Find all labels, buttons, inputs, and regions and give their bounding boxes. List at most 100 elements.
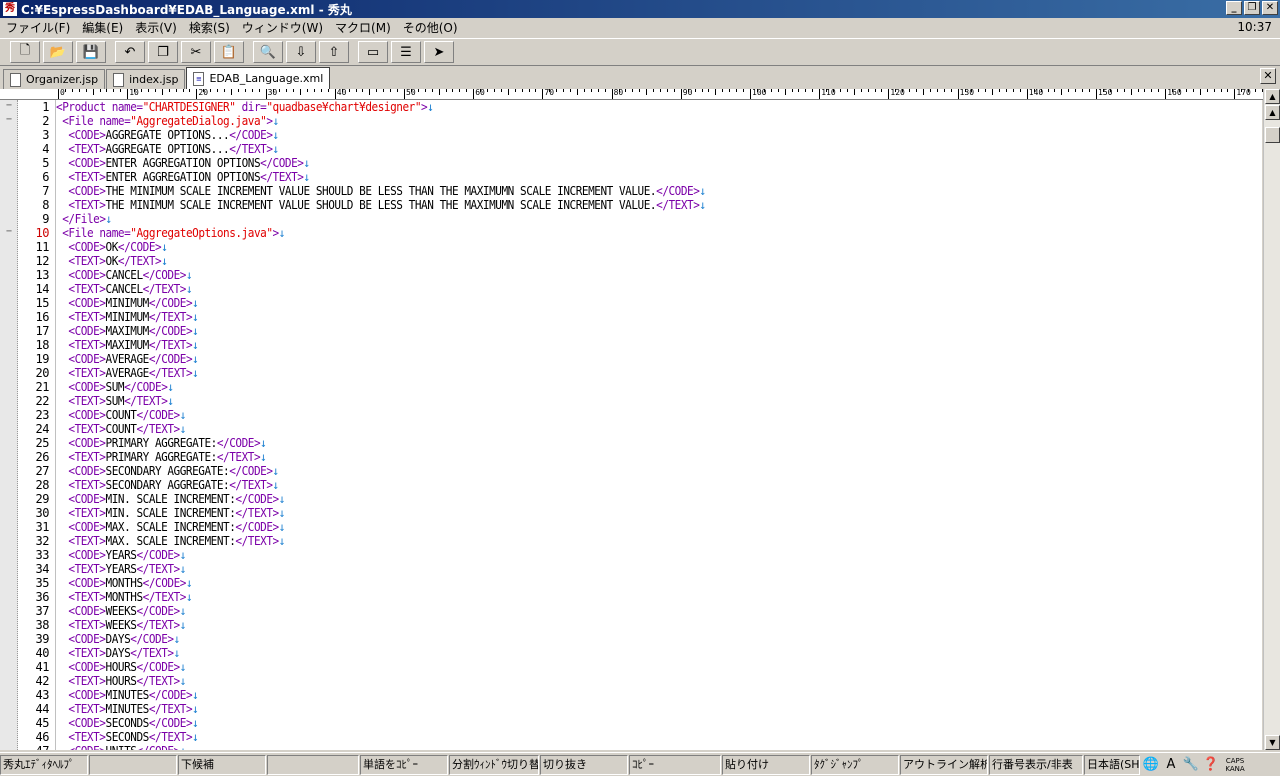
grep-icon[interactable]: ▭ [358, 41, 388, 63]
status-toggle-line-numbers[interactable]: 行番号表示/非表 [989, 754, 1083, 775]
status-next-candidate[interactable]: 下候補 [178, 754, 266, 775]
status-hidemaru-help[interactable]: 秀丸ｴﾃﾞｨﾀﾍﾙﾌﾟ [0, 754, 88, 775]
copy-icon[interactable]: ❐ [148, 41, 178, 63]
code-line[interactable]: <CODE>WEEKS</CODE>↓ [56, 604, 186, 618]
code-line[interactable]: <CODE>MINIMUM</CODE>↓ [56, 296, 198, 310]
code-line[interactable]: <CODE>DAYS</CODE>↓ [56, 632, 180, 646]
code-line[interactable]: <CODE>COUNT</CODE>↓ [56, 408, 186, 422]
code-line[interactable]: <TEXT>CANCEL</TEXT>↓ [56, 282, 192, 296]
code-line[interactable]: <TEXT>MINUTES</TEXT>↓ [56, 702, 198, 716]
scroll-up-arrow-icon[interactable]: ▲ [1265, 89, 1280, 104]
menu-other[interactable]: その他(O) [397, 19, 464, 36]
code-line[interactable]: <CODE>MINUTES</CODE>↓ [56, 688, 198, 702]
paste-icon[interactable]: 📋 [214, 41, 244, 63]
code-line[interactable]: <TEXT>COUNT</TEXT>↓ [56, 422, 186, 436]
open-folder-icon[interactable]: 📂 [43, 41, 73, 63]
undo-icon[interactable]: ↶ [115, 41, 145, 63]
scroll-thumb[interactable] [1265, 127, 1280, 143]
status-switch-split-window[interactable]: 分割ｳｨﾝﾄﾞｳ切り替 [449, 754, 539, 775]
save-icon[interactable]: 💾 [76, 41, 106, 63]
code-line[interactable]: </File>↓ [56, 212, 112, 226]
code-line[interactable]: <CODE>MONTHS</CODE>↓ [56, 576, 192, 590]
menu-edit[interactable]: 編集(E) [76, 19, 129, 36]
vertical-scrollbar[interactable]: ▲ ▲ ▼ [1263, 89, 1280, 750]
menu-file[interactable]: ファイル(F) [0, 19, 76, 36]
search-icon[interactable]: 🔍 [253, 41, 283, 63]
status-outline-analysis[interactable]: アウトライン解析... [900, 754, 988, 775]
status-copy-word[interactable]: 単語をｺﾋﾟｰ [360, 754, 448, 775]
ime-globe-icon[interactable]: 🌐 [1141, 755, 1161, 775]
fold-toggle-icon[interactable]: − [6, 114, 12, 125]
status-tag-jump[interactable]: ﾀｸﾞｼﾞｬﾝﾌﾟ [811, 754, 899, 775]
ime-tools-icon[interactable]: 🔧 [1181, 755, 1201, 775]
code-line[interactable]: <TEXT>MINIMUM</TEXT>↓ [56, 310, 198, 324]
hidemaru-app-icon[interactable]: 秀 [3, 2, 17, 16]
cut-icon[interactable]: ✂ [181, 41, 211, 63]
status-paste[interactable]: 貼り付け [722, 754, 810, 775]
code-line[interactable]: <CODE>HOURS</CODE>↓ [56, 660, 186, 674]
code-line[interactable]: <CODE>SUM</CODE>↓ [56, 380, 174, 394]
ime-input-mode-icon[interactable]: A [1161, 755, 1181, 775]
code-line[interactable]: <File name="AggregateDialog.java">↓ [56, 114, 279, 128]
code-line[interactable]: <TEXT>MONTHS</TEXT>↓ [56, 590, 192, 604]
scroll-up-arrow-icon[interactable]: ▲ [1265, 105, 1280, 120]
code-line[interactable]: <File name="AggregateOptions.java">↓ [56, 226, 285, 240]
code-line[interactable]: <CODE>THE MINIMUM SCALE INCREMENT VALUE … [56, 184, 706, 198]
minimize-button[interactable]: _ [1226, 1, 1242, 15]
code-line[interactable]: <TEXT>HOURS</TEXT>↓ [56, 674, 186, 688]
code-line[interactable]: <TEXT>THE MINIMUM SCALE INCREMENT VALUE … [56, 198, 706, 212]
code-line[interactable]: <CODE>OK</CODE>↓ [56, 240, 167, 254]
fold-toggle-icon[interactable]: − [6, 226, 12, 237]
code-line[interactable]: <TEXT>OK</TEXT>↓ [56, 254, 167, 268]
status-panel-empty[interactable] [267, 754, 359, 775]
status-cut[interactable]: 切り抜き [540, 754, 628, 775]
code-line[interactable]: <CODE>MAXIMUM</CODE>↓ [56, 324, 198, 338]
tab-index-jsp[interactable]: index.jsp [106, 69, 186, 89]
code-line[interactable]: <CODE>YEARS</CODE>↓ [56, 548, 186, 562]
status-panel-empty[interactable] [89, 754, 177, 775]
tab-edab-language-xml[interactable]: ≡ EDAB_Language.xml [186, 67, 331, 89]
close-tab-icon[interactable]: ✕ [1260, 68, 1276, 84]
menu-window[interactable]: ウィンドウ(W) [236, 19, 329, 36]
code-line[interactable]: <TEXT>AVERAGE</TEXT>↓ [56, 366, 198, 380]
ime-help-icon[interactable]: ❓ [1201, 755, 1221, 775]
code-line[interactable]: <TEXT>AGGREGATE OPTIONS...</TEXT>↓ [56, 142, 279, 156]
jump-icon[interactable]: ➤ [424, 41, 454, 63]
tab-organizer-jsp[interactable]: Organizer.jsp [3, 69, 106, 89]
code-line[interactable]: <CODE>CANCEL</CODE>↓ [56, 268, 192, 282]
code-line[interactable]: <CODE>PRIMARY AGGREGATE:</CODE>↓ [56, 436, 266, 450]
status-encoding[interactable]: 日本語(SH [1084, 754, 1140, 775]
restore-button[interactable]: ❐ [1244, 1, 1260, 15]
code-line[interactable]: <CODE>MIN. SCALE INCREMENT:</CODE>↓ [56, 492, 285, 506]
code-line[interactable]: <TEXT>SUM</TEXT>↓ [56, 394, 174, 408]
code-line[interactable]: <TEXT>MIN. SCALE INCREMENT:</TEXT>↓ [56, 506, 285, 520]
fold-toggle-icon[interactable]: − [6, 100, 12, 111]
code-line[interactable]: <TEXT>YEARS</TEXT>↓ [56, 562, 186, 576]
code-line[interactable]: <Product name="CHARTDESIGNER" dir="quadb… [56, 100, 434, 114]
code-line[interactable]: <CODE>MAX. SCALE INCREMENT:</CODE>↓ [56, 520, 285, 534]
find-up-icon[interactable]: ⇧ [319, 41, 349, 63]
text-editor[interactable]: <Product name="CHARTDESIGNER" dir="quadb… [56, 100, 1262, 750]
code-line[interactable]: <TEXT>MAXIMUM</TEXT>↓ [56, 338, 198, 352]
code-line[interactable]: <CODE>SECONDS</CODE>↓ [56, 716, 198, 730]
code-line[interactable]: <TEXT>SECONDS</TEXT>↓ [56, 730, 198, 744]
menu-view[interactable]: 表示(V) [129, 19, 183, 36]
code-line[interactable]: <CODE>AGGREGATE OPTIONS...</CODE>↓ [56, 128, 279, 142]
code-line[interactable]: <CODE>SECONDARY AGGREGATE:</CODE>↓ [56, 464, 279, 478]
code-line[interactable]: <CODE>UNITS</CODE>↓ [56, 744, 186, 750]
code-line[interactable]: <TEXT>SECONDARY AGGREGATE:</TEXT>↓ [56, 478, 279, 492]
split-window-icon[interactable]: ☰ [391, 41, 421, 63]
new-file-icon[interactable]: 🗋 [10, 41, 40, 63]
close-button[interactable]: ✕ [1262, 1, 1278, 15]
scroll-down-arrow-icon[interactable]: ▼ [1265, 735, 1280, 750]
code-line[interactable]: <CODE>ENTER AGGREGATION OPTIONS</CODE>↓ [56, 156, 310, 170]
code-line[interactable]: <TEXT>WEEKS</TEXT>↓ [56, 618, 186, 632]
code-line[interactable]: <TEXT>DAYS</TEXT>↓ [56, 646, 180, 660]
code-line[interactable]: <CODE>AVERAGE</CODE>↓ [56, 352, 198, 366]
code-line[interactable]: <TEXT>PRIMARY AGGREGATE:</TEXT>↓ [56, 450, 266, 464]
menu-macro[interactable]: マクロ(M) [329, 19, 397, 36]
status-copy[interactable]: ｺﾋﾟｰ [629, 754, 721, 775]
find-down-icon[interactable]: ⇩ [286, 41, 316, 63]
code-line[interactable]: <TEXT>MAX. SCALE INCREMENT:</TEXT>↓ [56, 534, 285, 548]
menu-search[interactable]: 検索(S) [183, 19, 236, 36]
